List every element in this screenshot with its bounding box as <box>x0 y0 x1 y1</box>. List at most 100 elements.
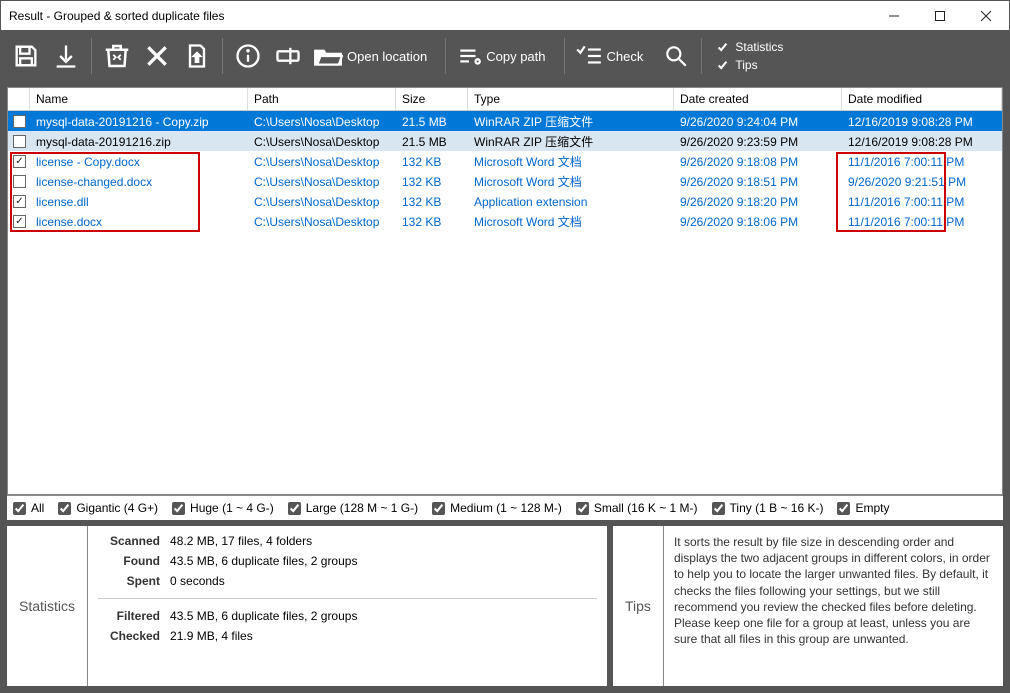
stat-scanned-label: Scanned <box>98 534 160 548</box>
cell-size: 132 KB <box>396 195 468 209</box>
cell-path: C:\Users\Nosa\Desktop <box>248 115 396 129</box>
cell-modified: 11/1/2016 7:00:11 PM <box>842 215 1002 229</box>
cell-modified: 12/16/2019 9:08:28 PM <box>842 135 1002 149</box>
toolbar: Open location Copy path Check Statistics… <box>1 31 1009 81</box>
table-row[interactable]: license.dllC:\Users\Nosa\Desktop132 KBAp… <box>8 191 1002 211</box>
row-checkbox[interactable] <box>13 115 26 128</box>
stat-checked-label: Checked <box>98 629 160 643</box>
tips-toggle-label: Tips <box>735 58 757 72</box>
cell-name: license.dll <box>30 195 248 209</box>
cell-name: license-changed.docx <box>30 175 248 189</box>
col-created[interactable]: Date created <box>674 88 842 110</box>
cell-modified: 9/26/2020 9:21:51 PM <box>842 175 1002 189</box>
col-name[interactable]: Name <box>30 88 248 110</box>
cell-created: 9/26/2020 9:18:08 PM <box>674 155 842 169</box>
stat-checked-value: 21.9 MB, 4 files <box>170 629 253 643</box>
tips-heading: Tips <box>613 526 664 686</box>
recycle-button[interactable] <box>98 36 136 76</box>
cell-created: 9/26/2020 9:23:59 PM <box>674 135 842 149</box>
cell-created: 9/26/2020 9:18:51 PM <box>674 175 842 189</box>
row-checkbox[interactable] <box>13 195 26 208</box>
col-path[interactable]: Path <box>248 88 396 110</box>
stat-scanned-value: 48.2 MB, 17 files, 4 folders <box>170 534 312 548</box>
table-row[interactable]: license-changed.docxC:\Users\Nosa\Deskto… <box>8 171 1002 191</box>
cell-type: WinRAR ZIP 压缩文件 <box>468 133 674 150</box>
col-size[interactable]: Size <box>396 88 468 110</box>
cell-size: 21.5 MB <box>396 135 468 149</box>
check-button[interactable]: Check <box>571 36 656 76</box>
cell-size: 132 KB <box>396 155 468 169</box>
filter-gigantic[interactable]: Gigantic (4 G+) <box>58 501 158 515</box>
cell-type: Microsoft Word 文档 <box>468 153 674 170</box>
cell-path: C:\Users\Nosa\Desktop <box>248 215 396 229</box>
info-button[interactable] <box>229 36 267 76</box>
copy-path-label: Copy path <box>486 49 545 64</box>
open-location-button[interactable]: Open location <box>309 36 439 76</box>
statistics-toggle[interactable]: Statistics <box>716 40 783 54</box>
window-title: Result - Grouped & sorted duplicate file… <box>9 9 224 23</box>
tips-text: It sorts the result by file size in desc… <box>664 526 1003 686</box>
row-checkbox[interactable] <box>13 155 26 168</box>
minimize-button[interactable] <box>871 1 917 30</box>
cell-path: C:\Users\Nosa\Desktop <box>248 175 396 189</box>
size-filters: All Gigantic (4 G+) Huge (1 ~ 4 G-) Larg… <box>7 495 1003 520</box>
statistics-heading: Statistics <box>7 526 88 686</box>
cell-modified: 11/1/2016 7:00:11 PM <box>842 195 1002 209</box>
cell-size: 21.5 MB <box>396 115 468 129</box>
row-checkbox[interactable] <box>13 135 26 148</box>
col-modified[interactable]: Date modified <box>842 88 1002 110</box>
cell-size: 132 KB <box>396 175 468 189</box>
cell-created: 9/26/2020 9:18:06 PM <box>674 215 842 229</box>
col-type[interactable]: Type <box>468 88 674 110</box>
table-row[interactable]: mysql-data-20191216 - Copy.zipC:\Users\N… <box>8 111 1002 131</box>
titlebar: Result - Grouped & sorted duplicate file… <box>1 1 1009 31</box>
cell-name: mysql-data-20191216.zip <box>30 135 248 149</box>
search-button[interactable] <box>657 36 695 76</box>
statistics-toggle-label: Statistics <box>735 40 783 54</box>
cell-type: Application extension <box>468 195 674 209</box>
cell-name: license - Copy.docx <box>30 155 248 169</box>
table-row[interactable]: license - Copy.docxC:\Users\Nosa\Desktop… <box>8 151 1002 171</box>
cell-modified: 12/16/2019 9:08:28 PM <box>842 115 1002 129</box>
table-row[interactable]: license.docxC:\Users\Nosa\Desktop132 KBM… <box>8 211 1002 231</box>
filter-medium[interactable]: Medium (1 ~ 128 M-) <box>432 501 562 515</box>
filter-huge[interactable]: Huge (1 ~ 4 G-) <box>172 501 274 515</box>
filter-empty[interactable]: Empty <box>837 501 889 515</box>
stat-found-label: Found <box>98 554 160 568</box>
cell-name: mysql-data-20191216 - Copy.zip <box>30 115 248 129</box>
move-button[interactable] <box>178 36 216 76</box>
statistics-panel: Statistics Scanned 48.2 MB, 17 files, 4 f… <box>7 526 607 686</box>
filter-small[interactable]: Small (16 K ~ 1 M-) <box>576 501 698 515</box>
stat-found-value: 43.5 MB, 6 duplicate files, 2 groups <box>170 554 357 568</box>
cell-path: C:\Users\Nosa\Desktop <box>248 195 396 209</box>
open-location-label: Open location <box>347 49 427 64</box>
stat-spent-value: 0 seconds <box>170 574 225 588</box>
tips-toggle[interactable]: Tips <box>716 58 783 72</box>
result-grid[interactable]: Name Path Size Type Date created Date mo… <box>7 87 1003 495</box>
rename-button[interactable] <box>269 36 307 76</box>
stat-spent-label: Spent <box>98 574 160 588</box>
row-checkbox[interactable] <box>13 215 26 228</box>
close-button[interactable] <box>963 1 1009 30</box>
cell-created: 9/26/2020 9:24:04 PM <box>674 115 842 129</box>
table-row[interactable]: mysql-data-20191216.zipC:\Users\Nosa\Des… <box>8 131 1002 151</box>
save-button[interactable] <box>7 36 45 76</box>
cell-modified: 11/1/2016 7:00:11 PM <box>842 155 1002 169</box>
cell-created: 9/26/2020 9:18:20 PM <box>674 195 842 209</box>
filter-tiny[interactable]: Tiny (1 B ~ 16 K-) <box>712 501 824 515</box>
cell-type: Microsoft Word 文档 <box>468 173 674 190</box>
check-label: Check <box>607 49 644 64</box>
cell-size: 132 KB <box>396 215 468 229</box>
row-checkbox[interactable] <box>13 175 26 188</box>
filter-all[interactable]: All <box>13 501 44 515</box>
tips-panel: Tips It sorts the result by file size in… <box>613 526 1003 686</box>
filter-large[interactable]: Large (128 M ~ 1 G-) <box>288 501 418 515</box>
download-button[interactable] <box>47 36 85 76</box>
maximize-button[interactable] <box>917 1 963 30</box>
copy-path-button[interactable]: Copy path <box>452 36 557 76</box>
cell-type: Microsoft Word 文档 <box>468 213 674 230</box>
cell-path: C:\Users\Nosa\Desktop <box>248 155 396 169</box>
delete-button[interactable] <box>138 36 176 76</box>
stat-filtered-label: Filtered <box>98 609 160 623</box>
cell-name: license.docx <box>30 215 248 229</box>
